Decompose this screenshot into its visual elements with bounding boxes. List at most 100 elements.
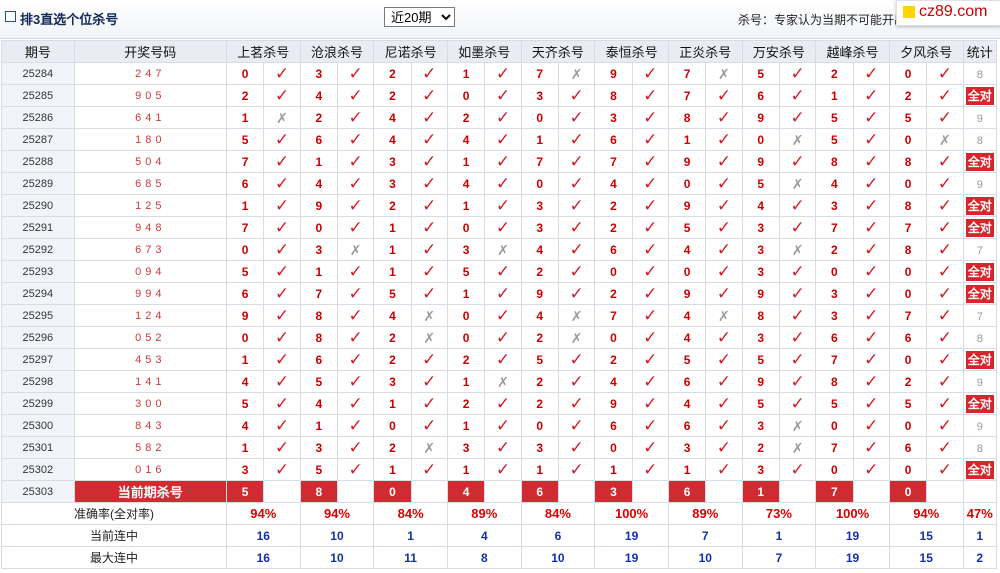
mark-cell: ✓ <box>852 194 890 217</box>
draw-numbers-cell: 141 <box>73 370 227 393</box>
check-icon: ✓ <box>937 195 952 215</box>
kill-number-cell: 5 <box>299 370 338 393</box>
kill-number-table: 期号 开奖号码 上茗杀号 沧浪杀号 尼诺杀号 如墨杀号 天齐杀号 泰恒杀号 正炎杀号 万安杀号 越峰… <box>1 40 998 569</box>
check-icon: ✓ <box>716 393 732 413</box>
empty-cell <box>263 480 301 503</box>
check-icon: ✓ <box>495 63 511 83</box>
summary-value: 16 <box>225 524 301 547</box>
issue-cell: 25294 <box>1 282 75 305</box>
kill-number-cell: 0 <box>520 106 559 129</box>
summary-value: 19 <box>594 546 669 569</box>
current-kill-number: 0 <box>888 480 928 503</box>
check-icon: ✓ <box>790 393 805 413</box>
cross-icon: ✗ <box>423 329 436 346</box>
kill-number-cell: 3 <box>741 326 780 349</box>
mark-cell: ✓ <box>926 106 964 129</box>
kill-number-cell: 5 <box>815 128 854 151</box>
mark-cell: ✓ <box>852 282 890 305</box>
check-icon: ✓ <box>422 195 437 215</box>
check-icon: ✓ <box>274 415 290 435</box>
mark-cell: ✓ <box>926 260 964 283</box>
check-icon: ✓ <box>495 129 511 149</box>
stat-cell: 全对 <box>962 194 998 217</box>
mark-cell: ✓ <box>336 106 375 129</box>
all-correct-badge: 全对 <box>965 350 994 369</box>
check-icon: ✓ <box>348 371 363 391</box>
kill-number-cell: 2 <box>373 84 412 107</box>
draw-numbers-cell: 948 <box>73 216 227 239</box>
cross-icon: ✗ <box>718 307 730 324</box>
check-icon: ✓ <box>864 63 879 83</box>
check-icon: ✓ <box>937 85 952 105</box>
mark-cell: ✓ <box>484 62 522 85</box>
mark-cell: ✓ <box>484 150 522 173</box>
draw-numbers-cell: 180 <box>73 128 227 151</box>
kill-number-cell: 0 <box>594 326 633 349</box>
site-logo[interactable]: cz89.com <box>896 0 1000 26</box>
mark-cell: ✓ <box>336 62 375 85</box>
mark-cell: ✓ <box>336 194 375 217</box>
kill-number-cell: 7 <box>667 62 707 85</box>
kill-number-cell: 3 <box>520 194 559 217</box>
kill-number-cell: 2 <box>594 194 633 217</box>
kill-number-cell: 1 <box>225 106 265 129</box>
kill-number-cell: 9 <box>667 150 707 173</box>
kill-number-cell: 1 <box>520 128 559 151</box>
check-icon: ✓ <box>716 217 732 237</box>
kill-number-cell: 4 <box>594 172 633 195</box>
mark-cell: ✓ <box>705 414 743 437</box>
mark-cell: ✓ <box>410 458 448 481</box>
check-icon: ✓ <box>495 217 511 237</box>
cross-icon: ✗ <box>718 65 730 82</box>
summary-label: 准确率(全对率) <box>1 502 227 525</box>
check-icon: ✓ <box>274 371 290 391</box>
kill-number-cell: 4 <box>373 128 412 151</box>
mark-cell: ✓ <box>263 392 301 415</box>
kill-number-cell: 3 <box>520 436 559 459</box>
draw-numbers-cell: 582 <box>73 436 227 459</box>
check-icon: ✓ <box>790 195 805 215</box>
draw-numbers-cell: 685 <box>73 172 227 195</box>
check-icon: ✓ <box>864 349 879 369</box>
cross-icon: ✗ <box>497 373 509 390</box>
mark-cell: ✓ <box>410 216 448 239</box>
check-icon: ✓ <box>422 393 437 413</box>
kill-number-cell: 3 <box>815 282 854 305</box>
check-icon: ✓ <box>495 173 511 193</box>
check-icon: ✓ <box>643 283 658 303</box>
kill-number-cell: 4 <box>594 370 633 393</box>
check-icon: ✓ <box>864 239 879 259</box>
check-icon: ✓ <box>864 195 879 215</box>
kill-number-cell: 0 <box>667 172 707 195</box>
kill-number-cell: 3 <box>373 172 412 195</box>
table-header-row: 期号 开奖号码 上茗杀号 沧浪杀号 尼诺杀号 如墨杀号 天齐杀号 泰恒杀号 正炎杀号 万安杀号 越峰… <box>1 40 998 63</box>
issue-cell: 25286 <box>1 106 75 129</box>
period-select[interactable]: 近20期 <box>384 7 455 27</box>
stat-cell: 9 <box>962 414 998 437</box>
mark-cell: ✓ <box>778 260 817 283</box>
kill-number-cell: 8 <box>594 84 633 107</box>
kill-number-cell: 8 <box>741 304 780 327</box>
check-icon: ✓ <box>569 173 584 193</box>
mark-cell: ✓ <box>557 282 596 305</box>
kill-number-cell: 7 <box>520 62 559 85</box>
table-row: 25299 300 5 ✓ 4 ✓ 1 ✓ 2 ✓ 2 ✓ 9 ✓ 4 ✓ 5 ✓ 5 ✓ 5 ✓ 全对 <box>1 392 998 415</box>
mark-cell: ✗ <box>557 62 596 85</box>
check-icon: ✓ <box>937 283 952 303</box>
check-icon: ✓ <box>274 239 290 259</box>
mark-cell: ✓ <box>484 106 522 129</box>
table-row: 25289 685 6 ✓ 4 ✓ 3 ✓ 4 ✓ 0 ✓ 4 ✓ 0 ✓ 5 ✗ 4 ✓ 0 ✓ 9 <box>1 172 998 195</box>
kill-number-cell: 7 <box>815 436 854 459</box>
kill-number-cell: 1 <box>594 458 633 481</box>
check-icon: ✓ <box>495 349 511 369</box>
kill-number-cell: 3 <box>520 84 559 107</box>
summary-value: 4 <box>446 524 522 547</box>
check-icon: ✓ <box>569 393 584 413</box>
mark-cell: ✓ <box>778 84 817 107</box>
kill-number-cell: 0 <box>888 260 928 283</box>
current-kill-number: 0 <box>373 480 412 503</box>
kill-number-cell: 1 <box>299 150 338 173</box>
kill-number-cell: 7 <box>594 304 633 327</box>
check-icon: ✓ <box>569 85 584 105</box>
mark-cell: ✓ <box>778 194 817 217</box>
